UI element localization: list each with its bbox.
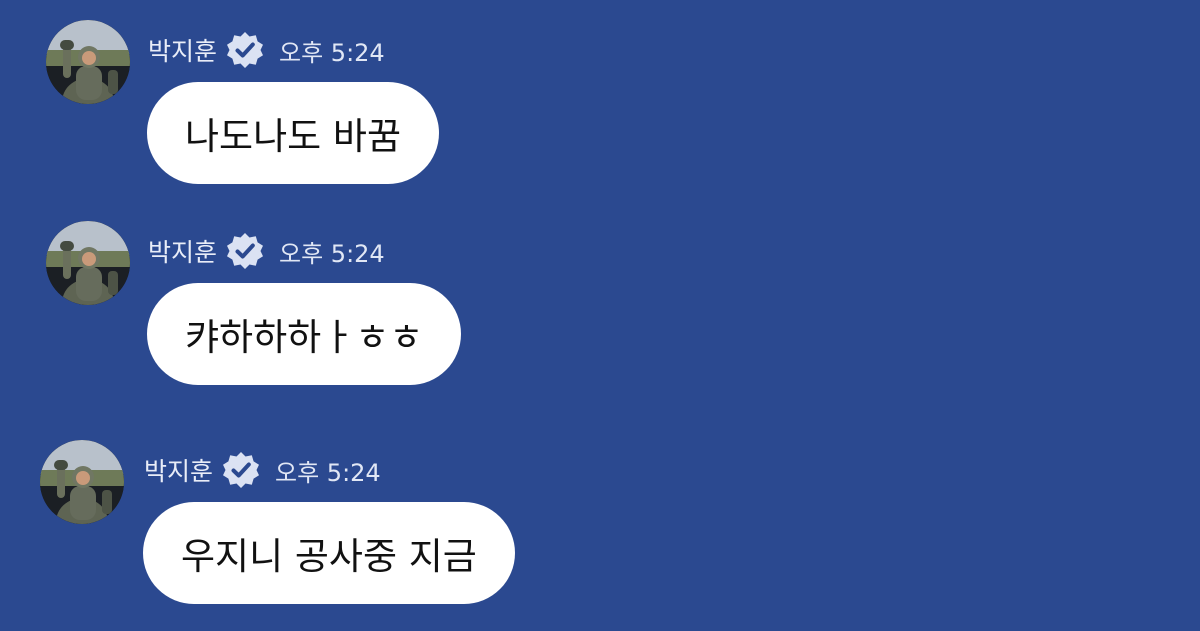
chat-message: 박지훈 오후 5:24 캬하하하ㅏㅎㅎ — [0, 221, 700, 401]
message-time: 오후 5:24 — [279, 239, 385, 268]
avatar[interactable] — [40, 440, 124, 524]
verified-badge-icon — [225, 231, 265, 271]
avatar[interactable] — [46, 221, 130, 305]
avatar-photo-icon — [46, 221, 130, 305]
message-time: 오후 5:24 — [275, 458, 381, 487]
sender-name[interactable]: 박지훈 — [148, 233, 217, 269]
verified-badge-icon — [221, 450, 261, 490]
avatar-photo-icon — [46, 20, 130, 104]
sender-name[interactable]: 박지훈 — [144, 452, 213, 488]
message-bubble[interactable]: 캬하하하ㅏㅎㅎ — [147, 283, 462, 385]
message-header: 박지훈 오후 5:24 — [148, 231, 385, 271]
message-text: 나도나도 바꿈 — [185, 115, 402, 158]
sender-name[interactable]: 박지훈 — [148, 32, 217, 68]
avatar[interactable] — [46, 20, 130, 104]
message-bubble[interactable]: 나도나도 바꿈 — [147, 82, 440, 184]
chat-message: 박지훈 오후 5:24 나도나도 바꿈 — [0, 20, 700, 200]
message-time: 오후 5:24 — [279, 38, 385, 67]
verified-badge-icon — [225, 30, 265, 70]
message-text: 캬하하하ㅏㅎㅎ — [185, 316, 424, 359]
message-header: 박지훈 오후 5:24 — [144, 450, 381, 490]
chat-message: 박지훈 오후 5:24 우지니 공사중 지금 — [0, 440, 700, 620]
message-header: 박지훈 오후 5:24 — [148, 30, 385, 70]
message-text: 우지니 공사중 지금 — [181, 535, 477, 578]
message-bubble[interactable]: 우지니 공사중 지금 — [143, 502, 515, 604]
avatar-photo-icon — [40, 440, 124, 524]
